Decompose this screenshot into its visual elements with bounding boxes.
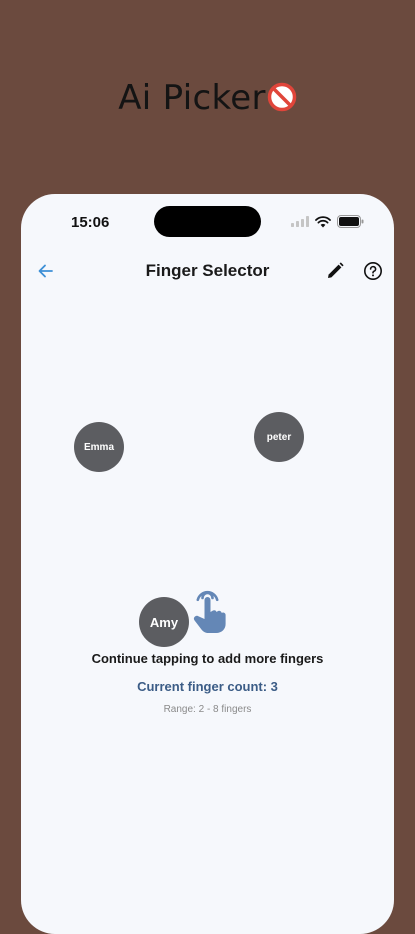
battery-icon <box>337 215 364 228</box>
finger-marker-peter[interactable]: peter <box>254 412 304 462</box>
dynamic-island <box>154 206 261 237</box>
finger-marker-amy[interactable]: Amy <box>139 597 189 647</box>
finger-marker-emma[interactable]: Emma <box>74 422 124 472</box>
help-circle-icon[interactable] <box>362 260 384 282</box>
nav-bar: Finger Selector <box>21 252 394 292</box>
finger-range: Range: 2 - 8 fingers <box>163 704 252 715</box>
tap-hand-icon <box>193 591 226 633</box>
promo-title-text: Ai Picker <box>118 78 266 118</box>
status-bar: 15:06 <box>21 194 394 246</box>
prohibited-icon <box>267 82 296 112</box>
pencil-icon[interactable] <box>324 260 346 282</box>
cellular-signal-icon <box>291 216 309 227</box>
promo-title: Ai Picker <box>0 78 415 118</box>
phone-screen: 15:06 Finger Selector Emma peter Amy Con… <box>21 194 394 934</box>
status-icons <box>291 215 364 228</box>
status-time: 15:06 <box>71 214 110 231</box>
finger-count: Current finger count: 3 <box>137 679 278 694</box>
instruction-hint: Continue tapping to add more fingers <box>91 651 324 666</box>
wifi-icon <box>315 215 331 227</box>
